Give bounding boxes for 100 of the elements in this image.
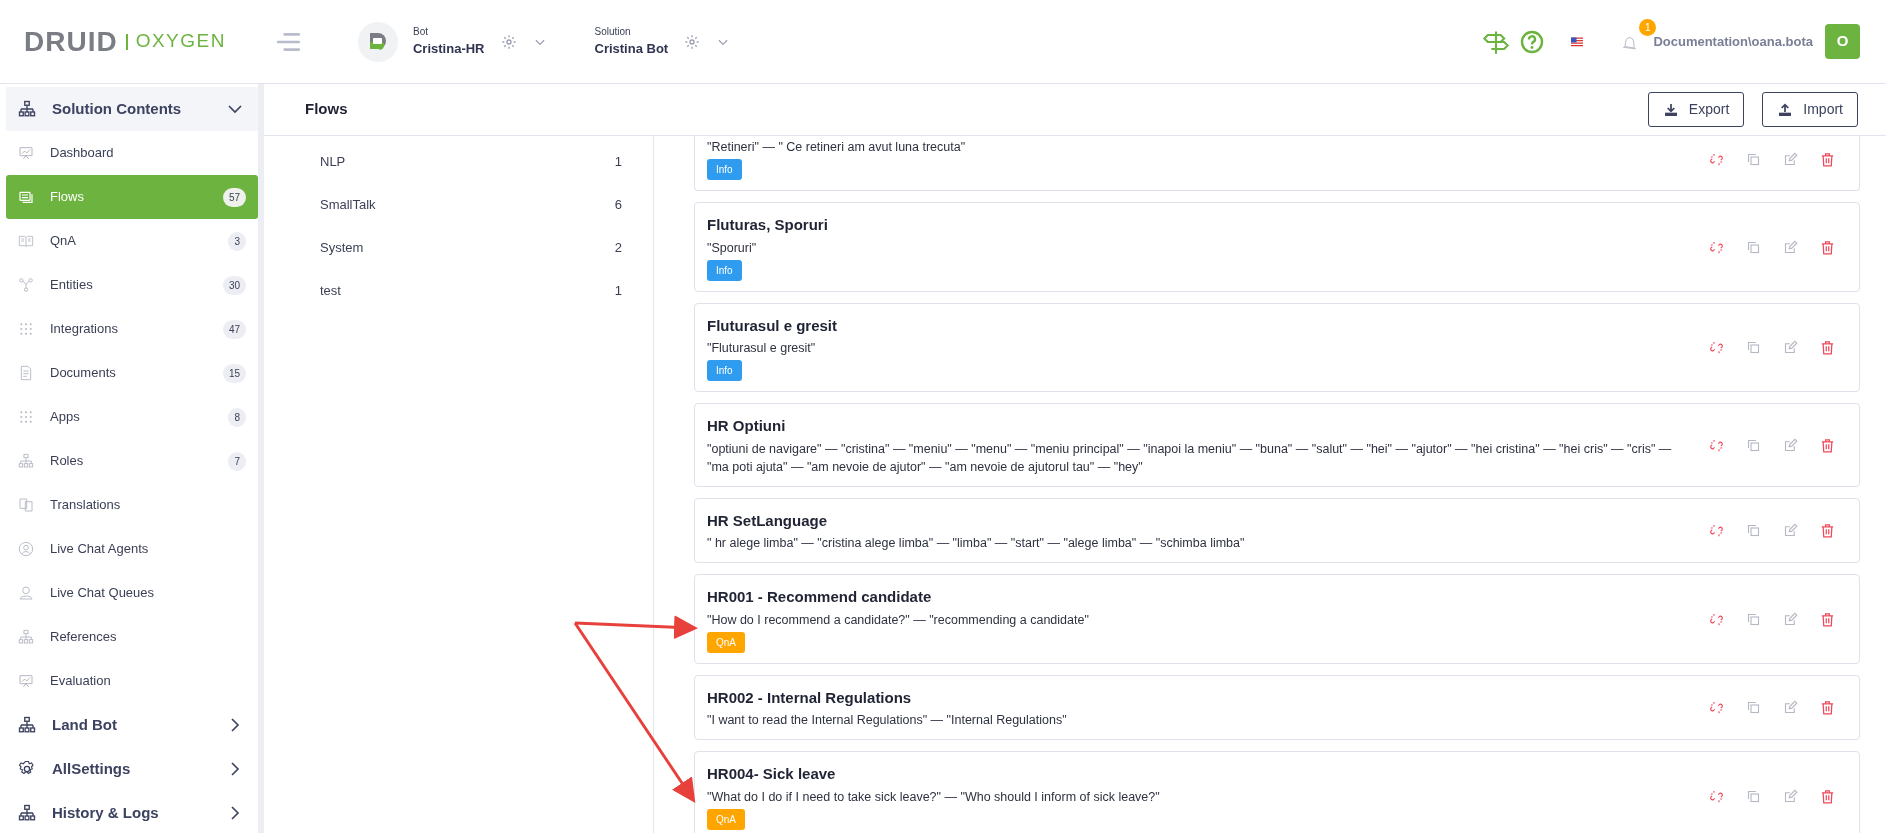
unlink-icon[interactable]: [1709, 437, 1724, 453]
count-badge: 3: [228, 231, 246, 251]
export-button[interactable]: Export: [1647, 92, 1745, 127]
delete-icon[interactable]: [1820, 700, 1835, 716]
delete-icon[interactable]: [1820, 611, 1835, 627]
count-badge: 30: [222, 275, 246, 295]
edit-icon[interactable]: [1783, 340, 1798, 356]
delete-icon[interactable]: [1820, 437, 1835, 453]
sidebar-item[interactable]: Documents 15: [6, 351, 258, 395]
delete-icon[interactable]: [1820, 788, 1835, 804]
count-badge: 15: [222, 363, 246, 383]
edit-icon[interactable]: [1783, 700, 1798, 716]
copy-icon[interactable]: [1746, 340, 1761, 356]
flag-icon[interactable]: [1569, 35, 1586, 48]
item-label: Live Chat Queues: [50, 584, 156, 603]
item-label: Entities: [50, 276, 94, 295]
sidebar-section[interactable]: Land Bot: [6, 703, 258, 747]
sidebar-item[interactable]: Entities 30: [6, 263, 258, 307]
edit-icon[interactable]: [1783, 523, 1798, 539]
selector-value[interactable]: Cristina Bot: [594, 39, 669, 59]
import-button[interactable]: Import: [1762, 92, 1858, 127]
flow-card[interactable]: HR002 - Internal Regulations "I want to read the Internal Regulations" — "Internal Regulations": [694, 674, 1860, 740]
item-label: References: [50, 628, 118, 647]
category-item[interactable]: NLP 1: [320, 140, 622, 183]
flow-phrases: "optiuni de navigare" — "cristina" — "meniu" — "menu" — "meniu principal" — "inapoi la meniu" — "buna" — "salut" — "hei" — "ajutor" — "hei cristina" — "hei cris" — "cris" — "ma poti ajuta" — "am nevoie de ajutor" — "am nevoie de ajutorul tau" — "hey": [707, 440, 1673, 476]
selector-value[interactable]: Cristina-HR: [413, 39, 485, 59]
hierarchy-icon: [18, 453, 34, 469]
unlink-icon[interactable]: [1709, 788, 1724, 804]
item-label: Flows: [50, 188, 85, 207]
flow-card[interactable]: HR SetLanguage " hr alege limba" — "cristina alege limba" — "limba" — "start" — "alege limba" — "schimba limba": [694, 497, 1860, 563]
flow-tag: Info: [707, 259, 742, 281]
hierarchy-icon: [18, 629, 34, 645]
flow-card[interactable]: Fluturasul e gresit "Fluturasul e gresit" Info: [694, 302, 1860, 392]
copy-icon[interactable]: [1746, 151, 1761, 167]
unlink-icon[interactable]: [1709, 523, 1724, 539]
user-circle-icon: [18, 541, 34, 557]
notification-badge: 1: [1639, 19, 1657, 37]
flow-title: HR SetLanguage: [707, 510, 828, 531]
copy-icon[interactable]: [1746, 611, 1761, 627]
flow-title: HR004- Sick leave: [707, 764, 837, 784]
sidebar-section[interactable]: Solution Contents: [6, 87, 258, 131]
item-label: Translations: [50, 496, 122, 515]
document-icon: [18, 189, 34, 205]
sidebar-item[interactable]: Roles 7: [6, 439, 258, 483]
flow-card[interactable]: "Retineri" — " Ce retineri am avut luna trecuta" Info: [694, 136, 1860, 191]
category-item[interactable]: SmallTalk 6: [320, 183, 622, 226]
flow-card[interactable]: [694, 403, 1860, 487]
section-label: AllSettings: [52, 758, 132, 779]
settings-icon[interactable]: [684, 33, 701, 50]
item-label: Integrations: [50, 320, 119, 339]
unlink-icon[interactable]: [1709, 340, 1724, 356]
copy-icon[interactable]: [1746, 523, 1761, 539]
copy-icon[interactable]: [1746, 788, 1761, 804]
copy-icon[interactable]: [1746, 437, 1761, 453]
edit-icon[interactable]: [1783, 611, 1798, 627]
copy-icon[interactable]: [1746, 700, 1761, 716]
flow-card[interactable]: Fluturas, Sporuri "Sporuri" Info: [694, 202, 1860, 292]
flow-phrases: "I want to read the Internal Regulations" — "Internal Regulations": [707, 712, 1068, 729]
page-title: Flows: [305, 99, 348, 120]
sidebar-item[interactable]: Integrations 47: [6, 307, 258, 351]
flow-phrases: "Sporuri": [707, 239, 758, 257]
user-icon: [18, 585, 34, 601]
hierarchy-icon: [18, 716, 36, 734]
sidebar-item[interactable]: Evaluation: [6, 659, 258, 703]
unlink-icon[interactable]: [1709, 611, 1724, 627]
sidebar-item[interactable]: Translations: [6, 483, 258, 527]
sidebar-item[interactable]: Dashboard: [6, 131, 258, 175]
flow-card[interactable]: HR004- Sick leave "What do I do if I need to take sick leave?" — "Who should I inform of sick leave?" QnA: [694, 751, 1860, 833]
copy-icon[interactable]: [1746, 239, 1761, 255]
flow-title: Fluturasul e gresit: [707, 315, 839, 336]
unlink-icon[interactable]: [1709, 239, 1724, 255]
settings-icon[interactable]: [500, 33, 517, 50]
chart-icon: [18, 145, 34, 161]
sidebar-item[interactable]: Live Chat Queues: [6, 571, 258, 615]
sidebar-section[interactable]: AllSettings: [6, 747, 258, 791]
item-label: Live Chat Agents: [50, 540, 150, 559]
help-icon[interactable]: [1520, 29, 1545, 54]
sidebar-item[interactable]: Live Chat Agents: [6, 527, 258, 571]
category-item[interactable]: System 2: [320, 226, 622, 269]
delete-icon[interactable]: [1820, 523, 1835, 539]
edit-icon[interactable]: [1783, 788, 1798, 804]
edit-icon[interactable]: [1783, 239, 1798, 255]
edit-icon[interactable]: [1783, 437, 1798, 453]
sidebar-item[interactable]: QnA 3: [6, 219, 258, 263]
sidebar-section[interactable]: History & Logs: [6, 791, 258, 833]
sidebar-item[interactable]: References: [6, 615, 258, 659]
sidebar-item[interactable]: Flows 57: [6, 175, 258, 219]
delete-icon[interactable]: [1820, 340, 1835, 356]
flow-card[interactable]: HR001 - Recommend candidate "How do I recommend a candidate?" — "recommending a candidate" QnA: [694, 574, 1860, 664]
sidebar-item[interactable]: Apps 8: [6, 395, 258, 439]
flow-phrases: "Retineri" — " Ce retineri am avut luna trecuta": [707, 139, 967, 156]
document-icon: [18, 365, 34, 381]
section-label: History & Logs: [52, 802, 160, 823]
category-item[interactable]: test 1: [320, 269, 622, 312]
unlink-icon[interactable]: [1709, 151, 1724, 167]
delete-icon[interactable]: [1820, 239, 1835, 255]
unlink-icon[interactable]: [1709, 700, 1724, 716]
delete-icon[interactable]: [1820, 151, 1835, 167]
flow-tag: Info: [707, 360, 742, 381]
edit-icon[interactable]: [1783, 151, 1798, 167]
